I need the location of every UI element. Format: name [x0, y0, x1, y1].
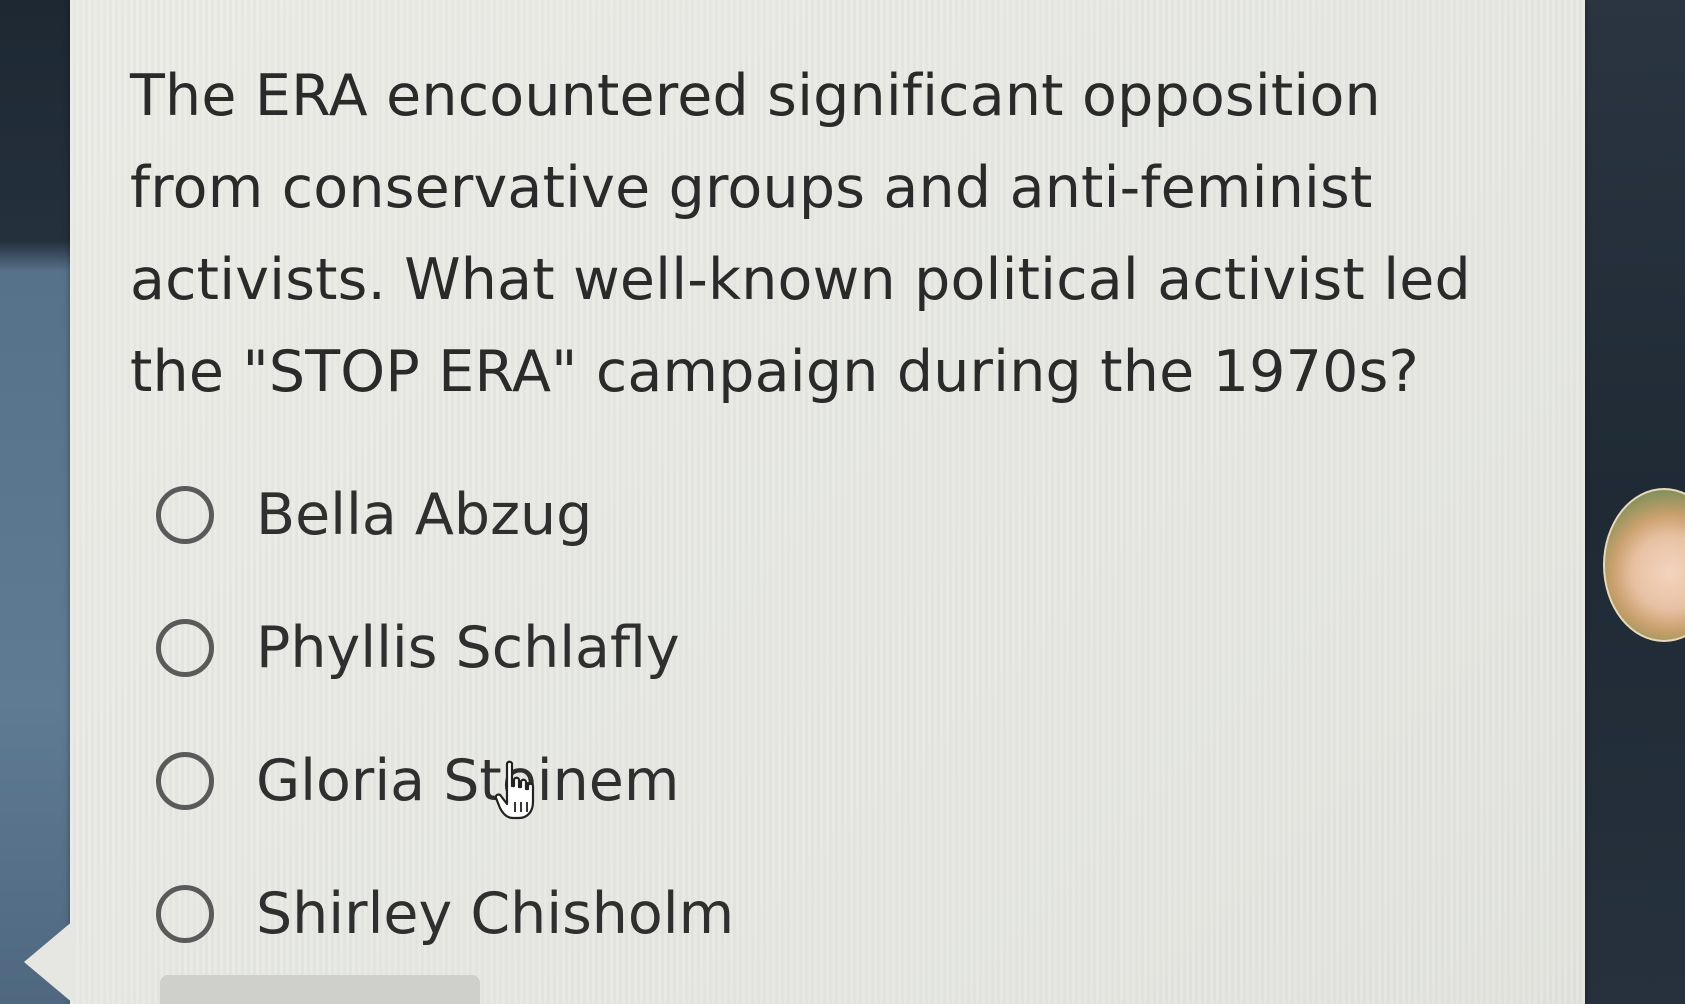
hand-pointer-icon: [495, 760, 535, 820]
option-label: Phyllis Schlafly: [256, 614, 680, 681]
option-bella-abzug[interactable]: Bella Abzug: [156, 448, 734, 581]
radio-button-icon[interactable]: [156, 618, 214, 677]
option-phyllis-schlafly[interactable]: Phyllis Schlafly: [156, 581, 734, 714]
option-label: Gloria Steinem: [256, 747, 680, 814]
radio-button-icon[interactable]: [156, 751, 214, 810]
radio-button-icon[interactable]: [156, 485, 214, 544]
option-shirley-chisholm[interactable]: Shirley Chisholm: [156, 847, 734, 980]
card-pointer-notch: [24, 920, 74, 1004]
radio-button-icon[interactable]: [156, 884, 214, 943]
left-side-panel: [0, 0, 70, 1004]
question-text: The ERA encountered significant oppositi…: [130, 63, 1471, 405]
option-gloria-steinem[interactable]: Gloria Steinem: [156, 714, 734, 847]
answer-options: Bella Abzug Phyllis Schlafly Gloria Stei…: [156, 448, 734, 980]
option-label: Bella Abzug: [256, 481, 593, 548]
option-label: Shirley Chisholm: [256, 880, 735, 947]
submit-button-partial[interactable]: [160, 975, 480, 1004]
